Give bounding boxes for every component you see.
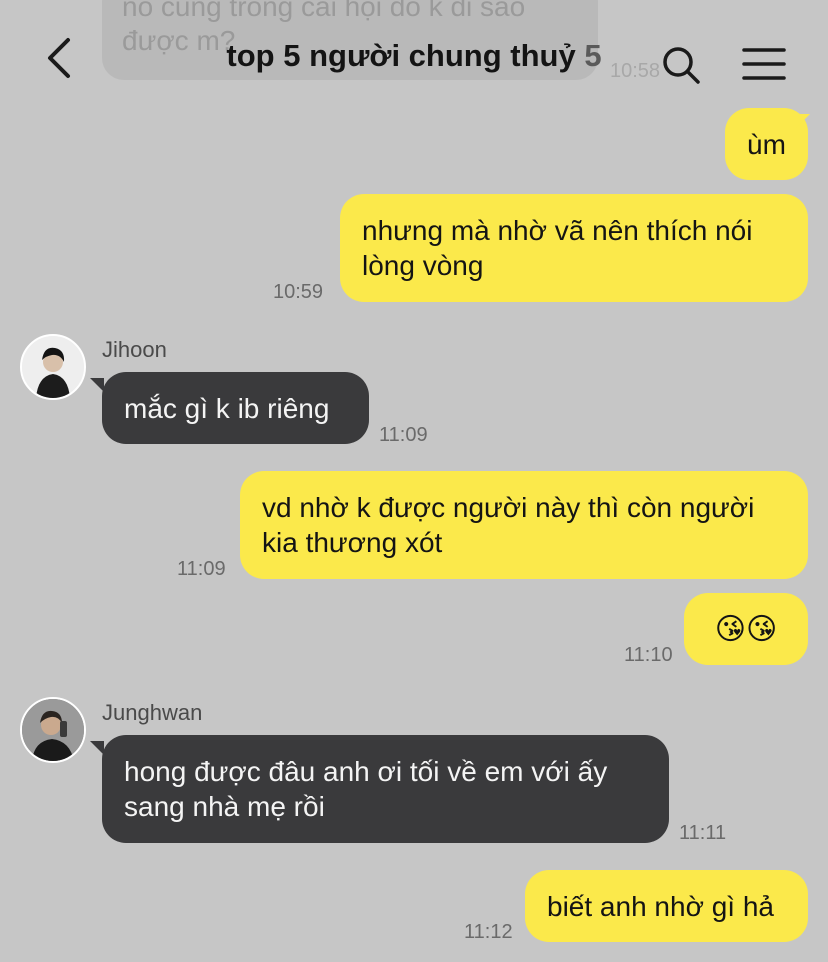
previous-message-line1: nó cũng trong cái hội đó k đi sao	[122, 0, 526, 22]
sender-name: Junghwan	[102, 700, 203, 725]
message-time: 11:10	[624, 644, 673, 666]
message-text-line1: hong được đâu anh ơi tối về em với ấy	[124, 756, 608, 787]
avatar-junghwan[interactable]	[20, 697, 86, 763]
chat-title-text: top 5 người chung thuỷ	[226, 38, 576, 73]
member-count: 5	[584, 38, 602, 73]
message-time: 11:12	[464, 921, 513, 943]
bubble-tail	[796, 114, 810, 128]
message-text-line1: nhưng mà nhờ vã nên thích nói	[362, 215, 753, 246]
message-text: biết anh nhờ gì hả	[547, 890, 774, 922]
message-time: 11:09	[177, 558, 226, 580]
message-text-line2: sang nhà mẹ rồi	[124, 791, 325, 822]
outgoing-message-bubble[interactable]: vd nhờ k được người này thì còn người ki…	[240, 471, 808, 579]
hamburger-menu-icon[interactable]	[742, 46, 786, 87]
message-text: ùm	[747, 128, 786, 160]
message-time: 10:59	[273, 281, 324, 303]
search-icon[interactable]	[660, 44, 702, 91]
message-text-line2: lòng vòng	[362, 250, 484, 281]
message-text-line2: kia thương xót	[262, 527, 443, 558]
message-text: mắc gì k ib riêng	[124, 392, 330, 424]
chat-title: top 5 người chung thuỷ 5	[0, 38, 828, 74]
sender-name: Jihoon	[102, 337, 167, 362]
bubble-tail	[90, 378, 104, 392]
message-time: 11:11	[679, 822, 727, 844]
outgoing-message-bubble[interactable]: 😘😘	[684, 593, 808, 665]
message-text-line1: vd nhờ k được người này thì còn người	[262, 492, 755, 523]
incoming-message-bubble[interactable]: hong được đâu anh ơi tối về em với ấy sa…	[102, 735, 669, 843]
outgoing-message-bubble[interactable]: biết anh nhờ gì hả	[525, 870, 808, 942]
outgoing-message-bubble[interactable]: nhưng mà nhờ vã nên thích nói lòng vòng	[340, 194, 808, 302]
message-emoji-text: 😘😘	[714, 612, 778, 646]
message-time: 11:09	[379, 424, 428, 446]
avatar-jihoon[interactable]	[20, 334, 86, 400]
bubble-tail	[90, 741, 104, 755]
incoming-message-bubble[interactable]: mắc gì k ib riêng	[102, 372, 369, 444]
